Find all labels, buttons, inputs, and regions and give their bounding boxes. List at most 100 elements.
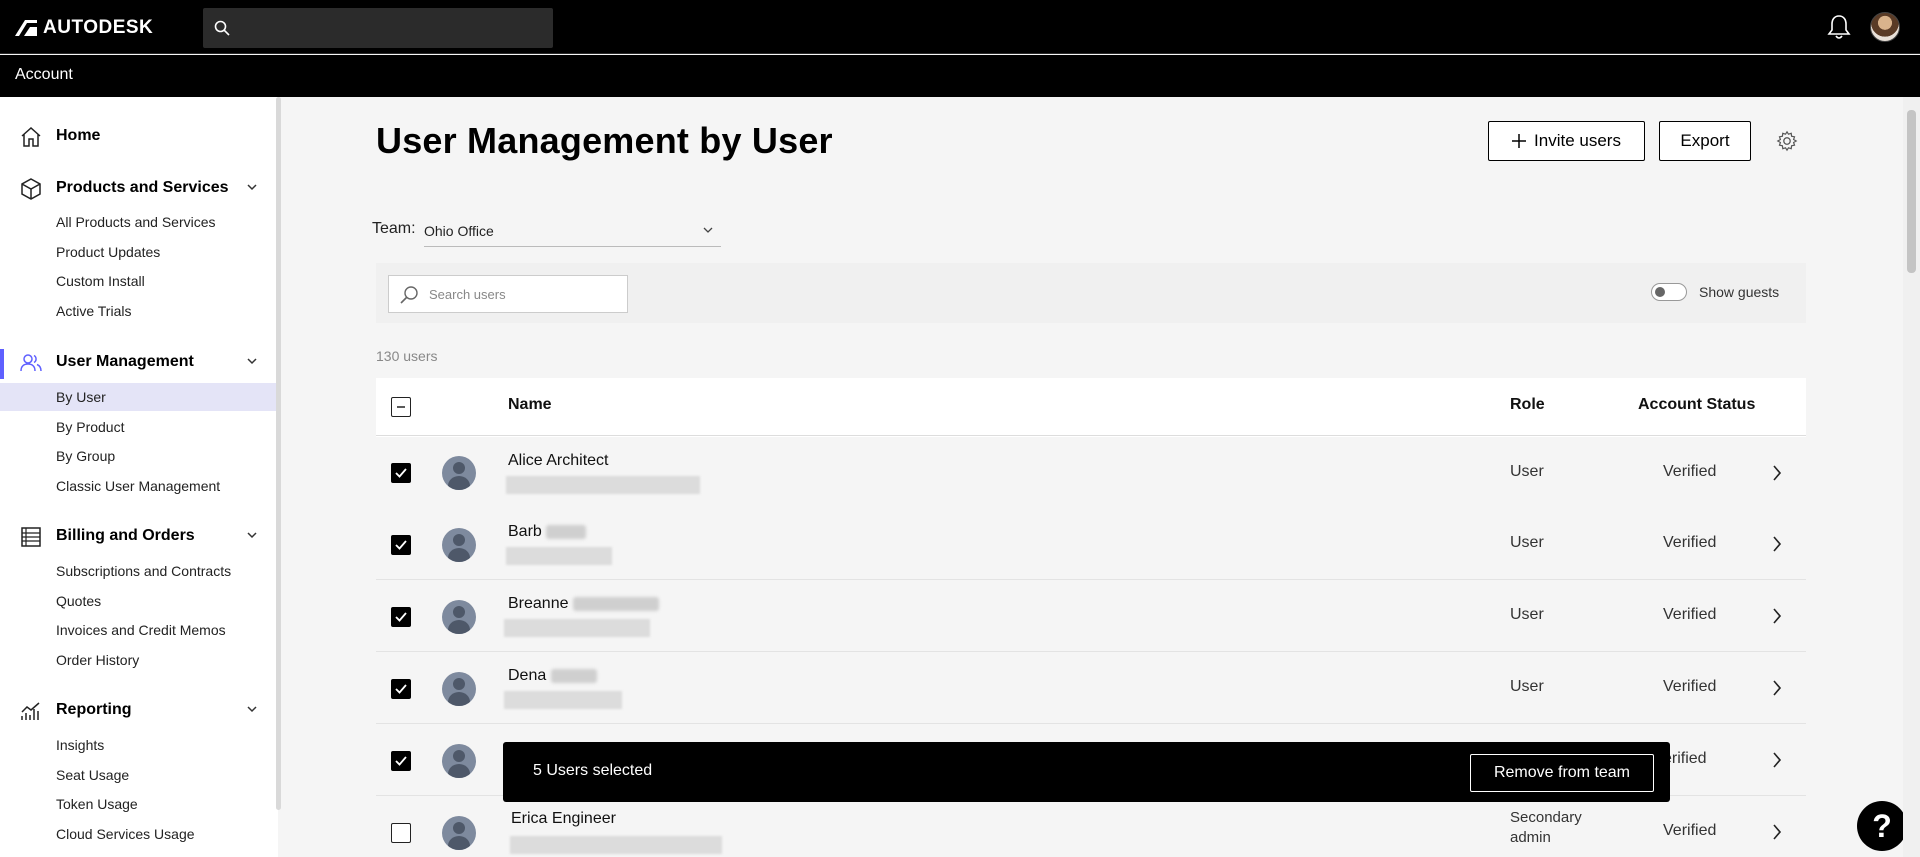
user-search-input[interactable] (429, 284, 619, 304)
sidebar-item-order-history[interactable]: Order History (0, 646, 276, 674)
sidebar-item-label: Quotes (56, 593, 102, 609)
chevron-right-icon[interactable] (1772, 464, 1782, 482)
minus-icon (397, 406, 405, 408)
global-search-input[interactable] (203, 8, 553, 48)
chevron-down-icon (703, 227, 713, 233)
sidebar-scrollbar[interactable] (276, 97, 281, 810)
sidebar-item-product-updates[interactable]: Product Updates (0, 238, 276, 266)
autodesk-logo[interactable]: AUTODESK (15, 17, 153, 39)
sidebar-label-reporting: Reporting (56, 701, 132, 718)
ledger-icon (21, 527, 41, 547)
row-checkbox[interactable] (391, 751, 411, 771)
user-name[interactable]: Erica Engineer (511, 810, 616, 828)
column-header-role[interactable]: Role (1510, 396, 1545, 414)
user-account-status: Verified (1663, 606, 1717, 623)
sidebar-label-products: Products and Services (56, 179, 229, 196)
user-email-redacted (504, 619, 650, 637)
select-all-checkbox[interactable] (391, 397, 411, 417)
chevron-right-icon[interactable] (1772, 823, 1782, 841)
table-row[interactable]: Alice Architect User Verified (376, 437, 1806, 509)
row-checkbox[interactable] (391, 535, 411, 555)
user-email-redacted (504, 691, 622, 709)
user-account-status: Verified (1663, 463, 1717, 480)
chevron-down-icon (247, 184, 257, 191)
user-email-redacted (506, 547, 612, 565)
help-button[interactable]: ? (1857, 801, 1907, 851)
sidebar-item-label: All Products and Services (56, 214, 216, 230)
chevron-right-icon[interactable] (1772, 535, 1782, 553)
user-last-name-redacted (572, 596, 659, 611)
sidebar-item-label: Token Usage (56, 796, 138, 812)
sidebar-item-home[interactable]: Home (0, 119, 276, 153)
user-name[interactable]: Barb (508, 523, 587, 541)
sidebar-item-label: Seat Usage (56, 767, 130, 783)
invite-users-label: Invite users (1534, 131, 1621, 150)
row-checkbox[interactable] (391, 607, 411, 627)
sidebar-item-invoices[interactable]: Invoices and Credit Memos (0, 616, 276, 644)
export-button[interactable]: Export (1659, 121, 1751, 161)
user-name[interactable]: Breanne (508, 595, 659, 613)
brand-name: AUTODESK (43, 17, 154, 38)
sidebar-section-products[interactable]: Products and Services (0, 171, 276, 205)
sidebar-item-label: Classic User Management (56, 478, 221, 494)
sidebar-item-by-user[interactable]: By User (0, 383, 276, 411)
team-select[interactable]: Ohio Office (424, 214, 721, 247)
user-role: Secondary (1510, 809, 1582, 826)
sidebar-item-all-products[interactable]: All Products and Services (0, 208, 276, 236)
sidebar-item-subscriptions[interactable]: Subscriptions and Contracts (0, 557, 276, 585)
show-guests-toggle[interactable] (1651, 283, 1687, 301)
sidebar-item-by-group[interactable]: By Group (0, 442, 276, 470)
user-name[interactable]: Dena (508, 667, 597, 685)
table-header: Name Role Account Status (376, 378, 1806, 436)
user-role: User (1510, 678, 1544, 695)
gear-icon[interactable] (1776, 130, 1798, 152)
sidebar-item-quotes[interactable]: Quotes (0, 587, 276, 615)
user-role: User (1510, 534, 1544, 551)
row-checkbox[interactable] (391, 463, 411, 483)
user-search-field[interactable] (388, 275, 628, 313)
sidebar-item-label: By User (56, 389, 106, 405)
user-avatar-placeholder (442, 528, 476, 562)
page-scrollbar-thumb[interactable] (1907, 110, 1916, 273)
user-first-name: Dena (508, 667, 547, 684)
sidebar-item-token-usage[interactable]: Token Usage (0, 790, 276, 818)
user-role: User (1510, 606, 1544, 623)
user-count: 130 users (376, 348, 438, 364)
user-role-line2: admin (1510, 829, 1551, 846)
row-checkbox[interactable] (391, 679, 411, 699)
sidebar-item-insights[interactable]: Insights (0, 731, 276, 759)
user-avatar[interactable] (1870, 12, 1900, 42)
notifications-bell-icon[interactable] (1827, 14, 1851, 40)
remove-from-team-button[interactable]: Remove from team (1470, 754, 1654, 792)
check-icon (395, 468, 407, 478)
chevron-right-icon[interactable] (1772, 679, 1782, 697)
top-bar: AUTODESK (0, 0, 1920, 54)
table-row[interactable]: Erica Engineer Secondary admin Verified (376, 796, 1806, 857)
column-header-account-status[interactable]: Account Status (1638, 396, 1755, 414)
sidebar-item-label: Active Trials (56, 303, 132, 319)
sidebar-section-reporting[interactable]: Reporting (0, 693, 276, 727)
table-row[interactable]: Dena User Verified (376, 652, 1806, 724)
sidebar-item-seat-usage[interactable]: Seat Usage (0, 761, 276, 789)
sidebar-item-by-product[interactable]: By Product (0, 413, 276, 441)
sidebar-item-label: Invoices and Credit Memos (56, 622, 226, 638)
table-row[interactable]: Breanne User Verified (376, 580, 1806, 652)
chevron-right-icon[interactable] (1772, 607, 1782, 625)
table-row[interactable]: Barb User Verified (376, 508, 1806, 580)
sidebar-item-classic-user-management[interactable]: Classic User Management (0, 472, 276, 500)
user-account-status: Verified (1663, 822, 1717, 839)
sidebar-item-active-trials[interactable]: Active Trials (0, 297, 276, 325)
invite-users-button[interactable]: Invite users (1488, 121, 1645, 161)
row-checkbox[interactable] (391, 823, 411, 843)
sidebar-item-label: Cloud Services Usage (56, 826, 195, 842)
sidebar-item-label: By Group (56, 448, 116, 464)
chevron-right-icon[interactable] (1772, 751, 1782, 769)
sidebar-item-custom-install[interactable]: Custom Install (0, 267, 276, 295)
column-header-name[interactable]: Name (508, 396, 552, 414)
user-last-name-redacted (550, 668, 597, 683)
sidebar-section-user-management[interactable]: User Management (0, 345, 276, 379)
user-name[interactable]: Alice Architect (508, 452, 608, 470)
sidebar-item-cloud-services-usage[interactable]: Cloud Services Usage (0, 820, 276, 848)
selection-count-text: 5 Users selected (533, 762, 653, 779)
sidebar-section-billing[interactable]: Billing and Orders (0, 519, 276, 553)
